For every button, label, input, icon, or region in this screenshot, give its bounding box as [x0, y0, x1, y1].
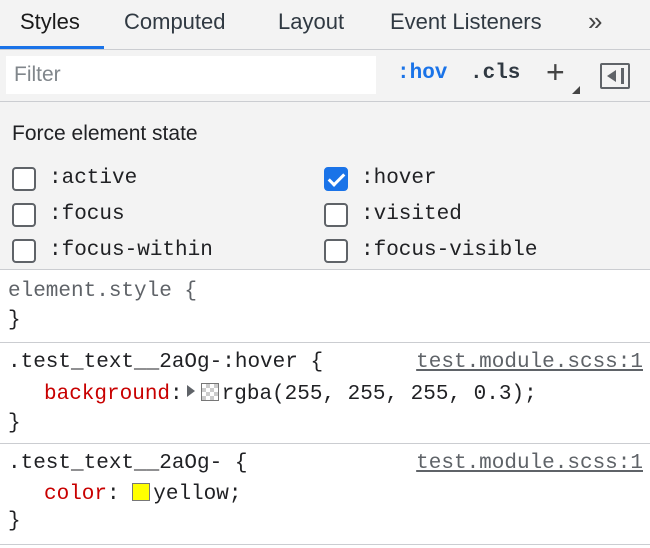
active-checkbox[interactable] — [12, 167, 36, 191]
rule-element-style: element.style { } — [0, 271, 650, 343]
state-label-focus-within: :focus-within — [49, 239, 213, 262]
more-tabs-icon[interactable]: » — [588, 6, 603, 37]
expand-triangle-icon[interactable] — [186, 385, 195, 397]
toggle-sidebar-icon[interactable] — [600, 63, 630, 89]
rule-close-brace: } — [8, 510, 21, 533]
focus-within-checkbox[interactable] — [12, 239, 36, 263]
active-tab-indicator — [0, 46, 104, 49]
tab-bar: Styles Computed Layout Event Listeners » — [0, 0, 650, 50]
rule-base: .test_text__2aOg- { test.module.scss:1 c… — [0, 445, 650, 545]
state-label-active: :active — [49, 167, 138, 190]
new-style-rule-button[interactable]: + — [546, 54, 565, 91]
state-label-focus: :focus — [49, 203, 125, 226]
rule-selector[interactable]: .test_text__2aOg- { — [8, 452, 247, 475]
declaration[interactable]: background: rgba(255, 255, 255, 0.3); — [44, 383, 537, 406]
declaration-colon: : — [107, 483, 133, 506]
tab-layout[interactable]: Layout — [278, 0, 344, 50]
rule-source-link[interactable]: test.module.scss:1 — [416, 351, 643, 374]
filter-input[interactable] — [6, 56, 376, 94]
rule-close-brace: } — [8, 412, 21, 435]
focus-visible-checkbox[interactable] — [324, 239, 348, 263]
element-classes-button[interactable]: .cls — [470, 62, 520, 85]
color-swatch-icon[interactable] — [200, 383, 219, 401]
tab-styles[interactable]: Styles — [20, 0, 80, 50]
hover-checkbox[interactable] — [324, 167, 348, 191]
rule-close-brace: } — [8, 309, 21, 332]
toggle-element-state-button[interactable]: :hov — [397, 62, 447, 85]
tab-computed[interactable]: Computed — [124, 0, 226, 50]
property-name[interactable]: color — [44, 483, 107, 506]
focus-checkbox[interactable] — [12, 203, 36, 227]
property-value[interactable]: yellow; — [153, 483, 241, 506]
property-name[interactable]: background — [44, 383, 170, 406]
rule-hover: .test_text__2aOg-:hover { test.module.sc… — [0, 344, 650, 444]
state-label-visited: :visited — [361, 203, 462, 226]
styles-toolbar: :hov .cls + — [0, 50, 650, 102]
rule-selector[interactable]: element.style { — [8, 280, 197, 303]
color-swatch-icon[interactable] — [132, 483, 151, 501]
force-element-state-title: Force element state — [12, 122, 198, 145]
property-value[interactable]: rgba(255, 255, 255, 0.3); — [222, 383, 537, 406]
state-label-hover: :hover — [361, 167, 437, 190]
visited-checkbox[interactable] — [324, 203, 348, 227]
state-label-focus-visible: :focus-visible — [361, 239, 538, 262]
tab-event-listeners[interactable]: Event Listeners — [390, 0, 542, 50]
rule-source-link[interactable]: test.module.scss:1 — [416, 452, 643, 475]
force-element-state-panel: Force element state :active :hover :focu… — [0, 102, 650, 270]
declaration[interactable]: color: yellow; — [44, 483, 241, 506]
declaration-colon: : — [170, 383, 183, 406]
rule-selector[interactable]: .test_text__2aOg-:hover { — [8, 351, 323, 374]
new-style-rule-menu-icon[interactable] — [572, 86, 580, 94]
